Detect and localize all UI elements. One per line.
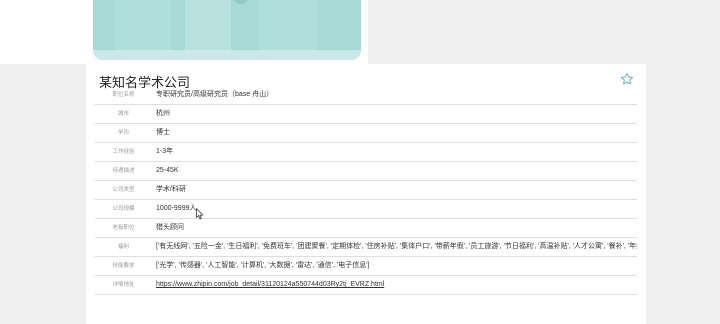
row-value: ['有无线网', '五险一金', '生日福利', '免费班车', '团建聚餐',…	[156, 243, 637, 250]
mouse-pointer-icon	[196, 208, 204, 220]
row-label: 工作经验	[112, 149, 135, 155]
job-detail-link[interactable]: https://www.zhipin.com/job_detail/311201…	[156, 281, 384, 288]
banner-graphic	[233, 0, 251, 7]
row-label: 老板职位	[112, 225, 135, 231]
row-value: 猎头顾问	[156, 224, 184, 231]
row-value: 1-3年	[156, 148, 174, 155]
row-company-type: 公司类型 学术/科研	[95, 181, 637, 200]
row-label: 公司规模	[112, 206, 135, 212]
row-label: 城市	[117, 111, 129, 117]
row-boss-title: 老板职位 猎头顾问	[95, 219, 637, 238]
row-salary: 待遇描述 25-45K	[95, 162, 637, 181]
row-label: 公司类型	[112, 187, 135, 193]
row-label: 福利	[117, 244, 129, 250]
row-label: 职位名称	[112, 92, 135, 98]
row-value: https://www.zhipin.com/job_detail/311201…	[156, 276, 637, 294]
row-label: 详情地址	[112, 282, 135, 288]
job-info-table: 职位名称 专职研究员/高级研究员（base 舟山） 城市 杭州 学历 博士 工作…	[95, 86, 637, 295]
row-benefits: 福利 ['有无线网', '五险一金', '生日福利', '免费班车', '团建聚…	[95, 238, 637, 257]
row-label: 待遇描述	[112, 168, 135, 174]
row-label: 技能要求	[112, 263, 135, 269]
job-detail-card: 某知名学术公司 职位名称 专职研究员/高级研究员（base 舟山） 城市 杭州 …	[86, 64, 646, 324]
row-detail-url: 详情地址 https://www.zhipin.com/job_detail/3…	[95, 276, 637, 295]
row-experience: 工作经验 1-3年	[95, 143, 637, 162]
row-value: 杭州	[156, 110, 170, 117]
star-outline-icon[interactable]	[620, 72, 634, 86]
company-banner-image	[93, 0, 361, 60]
row-label: 学历	[117, 130, 129, 136]
row-education: 学历 博士	[95, 124, 637, 143]
row-value: 学术/科研	[156, 186, 186, 193]
row-position: 职位名称 专职研究员/高级研究员（base 舟山）	[95, 86, 637, 105]
row-value: 1000-9999人	[156, 205, 197, 212]
banner-edge	[93, 50, 361, 60]
row-value: 专职研究员/高级研究员（base 舟山）	[156, 91, 274, 98]
row-value: 博士	[156, 129, 170, 136]
row-value: ['光学', '传感器', '人工智能', '计算机', '大数据', '雷达'…	[156, 262, 370, 269]
row-city: 城市 杭州	[95, 105, 637, 124]
row-value: 25-45K	[156, 167, 179, 174]
row-company-size: 公司规模 1000-9999人	[95, 200, 637, 219]
row-skills: 技能要求 ['光学', '传感器', '人工智能', '计算机', '大数据',…	[95, 257, 637, 276]
